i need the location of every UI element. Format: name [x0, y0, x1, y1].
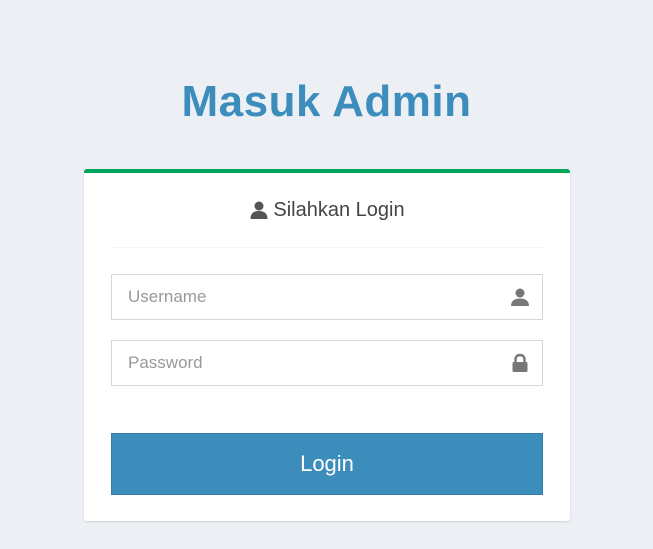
user-icon: [511, 288, 529, 306]
login-box: Silahkan Login Login: [84, 169, 570, 521]
username-field-group: [111, 274, 543, 320]
user-icon: [250, 201, 268, 219]
lock-icon: [512, 353, 528, 372]
page-title: Masuk Admin: [181, 77, 472, 126]
password-field-group: [111, 340, 543, 386]
password-input[interactable]: [112, 341, 508, 385]
login-box-title: Silahkan Login: [273, 198, 405, 221]
login-button[interactable]: Login: [111, 433, 543, 495]
username-input[interactable]: [112, 275, 508, 319]
login-box-header: Silahkan Login: [111, 173, 543, 248]
